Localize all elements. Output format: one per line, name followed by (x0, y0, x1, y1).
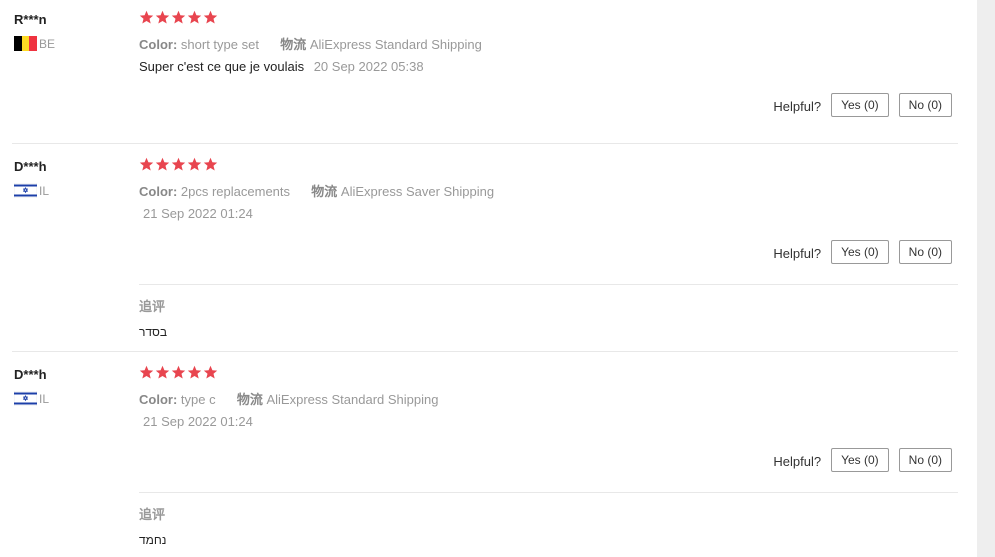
review-divider (12, 351, 958, 352)
review-divider (12, 143, 958, 144)
star-icon (187, 10, 202, 24)
reviewer-country: BE (14, 36, 55, 51)
followup-divider (139, 492, 958, 493)
review-text: Super c'est ce que je voulais (139, 59, 305, 74)
star-icon (203, 157, 218, 171)
israel-flag-icon (13, 390, 38, 407)
review-date: 21 Sep 2022 01:24 (143, 414, 253, 429)
helpful-label: Helpful? (773, 99, 822, 114)
helpful-yes-button[interactable]: Yes (0) (831, 448, 889, 472)
followup-title: 追评 (139, 299, 166, 314)
followup-text: בסדר (139, 325, 168, 339)
review-date: 20 Sep 2022 05:38 (313, 59, 424, 74)
reviewer-name: D***h (14, 159, 47, 174)
shipping-label: 物流 (236, 392, 263, 407)
country-code: BE (39, 36, 56, 51)
star-rating (139, 365, 218, 380)
review-content: Super c'est ce que je voulais 20 Sep 202… (139, 59, 424, 74)
review-date: 21 Sep 2022 01:24 (143, 206, 253, 221)
helpful-vote: Helpful? Yes (0) No (0) (773, 93, 952, 117)
star-icon (139, 10, 154, 24)
star-icon (203, 365, 218, 379)
reviewer-name: R***n (14, 12, 47, 27)
star-icon (155, 157, 170, 171)
star-rating (139, 157, 218, 172)
israel-flag-icon (13, 182, 38, 199)
review-meta: Color: short type set 物流 AliExpress Stan… (139, 34, 482, 53)
shipping-value: AliExpress Saver Shipping (340, 184, 495, 199)
color-label: Color: (139, 37, 178, 52)
star-icon (187, 365, 202, 379)
color-label: Color: (139, 184, 178, 199)
followup-divider (139, 284, 958, 285)
scrollbar[interactable] (977, 0, 995, 557)
star-icon (171, 365, 186, 379)
star-icon (203, 10, 218, 24)
star-icon (139, 365, 154, 379)
star-icon (171, 10, 186, 24)
review-meta: Color: 2pcs replacements 物流 AliExpress S… (139, 181, 494, 200)
reviewer-name: D***h (14, 367, 47, 382)
color-label: Color: (139, 392, 178, 407)
color-value: type c (180, 392, 216, 407)
helpful-yes-button[interactable]: Yes (0) (831, 93, 889, 117)
country-code: IL (39, 183, 50, 198)
helpful-no-button[interactable]: No (0) (898, 240, 952, 264)
color-value: short type set (180, 37, 259, 52)
star-icon (139, 157, 154, 171)
star-icon (187, 157, 202, 171)
helpful-vote: Helpful? Yes (0) No (0) (773, 240, 952, 264)
helpful-no-button[interactable]: No (0) (898, 448, 952, 472)
review-meta: Color: type c 物流 AliExpress Standard Shi… (139, 389, 438, 408)
helpful-label: Helpful? (773, 454, 822, 469)
shipping-label: 物流 (311, 184, 338, 199)
star-icon (155, 10, 170, 24)
reviewer-country: IL (13, 390, 50, 407)
shipping-value: AliExpress Standard Shipping (266, 392, 439, 407)
country-code: IL (39, 391, 50, 406)
shipping-value: AliExpress Standard Shipping (309, 37, 482, 52)
belgium-flag-icon (14, 36, 38, 51)
star-icon (155, 365, 170, 379)
shipping-label: 物流 (280, 37, 307, 52)
followup-title: 追评 (139, 507, 166, 522)
helpful-yes-button[interactable]: Yes (0) (831, 240, 889, 264)
color-value: 2pcs replacements (180, 184, 291, 199)
helpful-vote: Helpful? Yes (0) No (0) (773, 448, 952, 472)
followup-text: נחמד (139, 533, 167, 547)
star-rating (139, 10, 218, 25)
star-icon (171, 157, 186, 171)
helpful-no-button[interactable]: No (0) (898, 93, 952, 117)
reviewer-country: IL (13, 182, 50, 199)
helpful-label: Helpful? (773, 246, 822, 261)
